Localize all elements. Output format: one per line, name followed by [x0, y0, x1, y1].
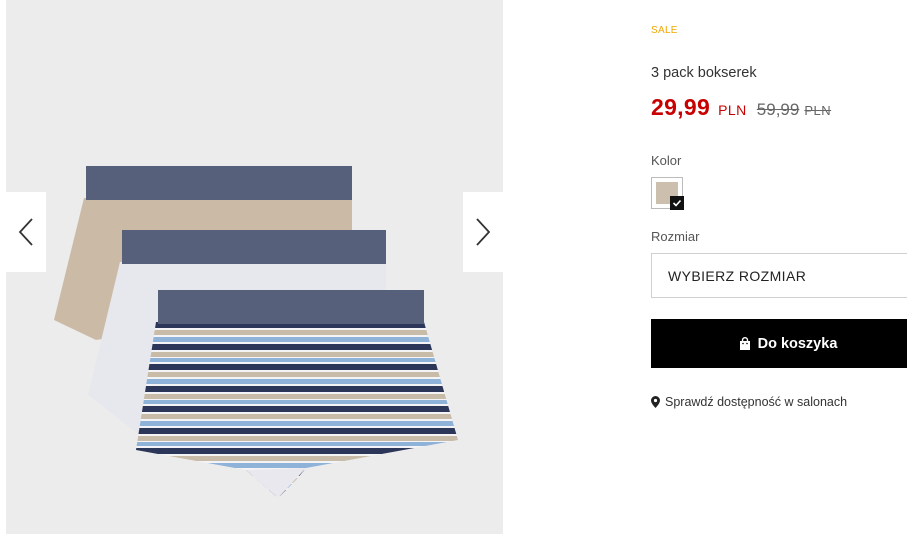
size-select-value: WYBIERZ ROZMIAR: [668, 267, 807, 284]
chevron-left-icon: [18, 218, 33, 246]
size-label: Rozmiar: [651, 229, 700, 244]
old-price: 59,99: [756, 100, 800, 119]
color-label: Kolor: [651, 153, 682, 168]
current-price: 29,99: [651, 94, 711, 120]
color-swatch-beige[interactable]: [651, 177, 684, 210]
chevron-right-icon: [476, 218, 491, 246]
product-info: SALE 3 pack bokserek 29,99 PLN 59,99 PLN…: [651, 0, 907, 534]
gallery-prev-button[interactable]: [6, 192, 46, 272]
map-pin-icon: [651, 396, 660, 408]
size-select[interactable]: WYBIERZ ROZMIAR: [651, 253, 907, 298]
shopping-bag-icon: [739, 336, 751, 351]
store-availability-link[interactable]: Sprawdź dostępność w salonach: [651, 395, 847, 409]
store-availability-label: Sprawdź dostępność w salonach: [665, 395, 848, 409]
product-title: 3 pack bokserek: [651, 65, 757, 81]
sale-badge: SALE: [651, 25, 678, 36]
current-price-currency: PLN: [718, 102, 747, 118]
add-to-cart-button[interactable]: Do koszyka: [651, 319, 907, 368]
gallery-next-button[interactable]: [463, 192, 503, 272]
product-gallery: [6, 0, 503, 534]
product-image: [54, 166, 458, 498]
checkmark-icon: [670, 196, 684, 210]
add-to-cart-label: Do koszyka: [757, 335, 838, 352]
old-price-currency: PLN: [804, 103, 832, 118]
price-row: 29,99 PLN 59,99 PLN: [651, 94, 831, 121]
